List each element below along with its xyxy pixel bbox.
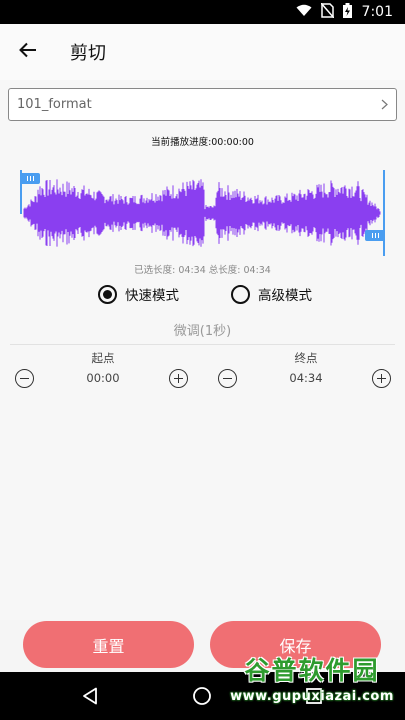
status-time: 7:01: [361, 4, 393, 20]
file-selector[interactable]: 101_format: [8, 88, 397, 121]
reset-button[interactable]: 重置: [23, 621, 194, 668]
file-name: 101_format: [17, 97, 92, 112]
watermark: 谷普软件园 www.gupuxiazai.com: [223, 636, 401, 718]
end-point-label: 终点: [294, 351, 318, 365]
back-triangle-icon[interactable]: [78, 684, 102, 708]
waveform[interactable]: [18, 170, 388, 256]
battery-charging-icon: [342, 2, 352, 22]
page-title: 剪切: [70, 43, 106, 64]
chevron-right-icon: [381, 95, 388, 114]
selection-end-handle[interactable]: [365, 230, 385, 241]
waveform-graphic: [20, 170, 385, 256]
divider: [10, 344, 395, 345]
fine-adjust-title: 微调(1秒): [173, 324, 232, 339]
start-increase-button[interactable]: [169, 369, 188, 388]
app-bar: 剪切: [0, 24, 405, 80]
start-point-label: 起点: [91, 351, 115, 365]
wifi-icon: [296, 4, 312, 21]
fast-mode-label: 快速模式: [125, 288, 179, 304]
selected-length: 已选长度: 04:34 总长度: 04:34: [134, 265, 271, 276]
fast-mode-option[interactable]: 快速模式: [98, 284, 179, 304]
end-point-adjuster: 终点 04:34: [216, 350, 396, 400]
watermark-url: www.gupuxiazai.com: [230, 688, 394, 704]
status-bar: 7:01: [0, 0, 405, 24]
back-button[interactable]: [0, 24, 56, 80]
selection-start-handle[interactable]: [20, 173, 40, 184]
end-point-value: 04:34: [289, 371, 323, 385]
arrow-left-icon: [19, 42, 37, 62]
start-point-adjuster: 起点 00:00: [13, 350, 193, 400]
end-increase-button[interactable]: [372, 369, 391, 388]
fast-mode-radio[interactable]: [98, 284, 117, 304]
advanced-mode-radio[interactable]: [231, 284, 250, 304]
playback-progress: 当前播放进度:00:00:00: [151, 137, 254, 148]
content-area: 101_format 当前播放进度:00:00:00 已选长度: 04:34 总…: [0, 80, 405, 668]
advanced-mode-option[interactable]: 高级模式: [231, 284, 312, 304]
start-point-value: 00:00: [86, 371, 120, 385]
watermark-title: 谷普软件园: [244, 655, 380, 685]
home-circle-icon[interactable]: [190, 684, 214, 708]
no-sim-icon: [319, 2, 335, 22]
advanced-mode-label: 高级模式: [258, 288, 312, 304]
mode-selector: 快速模式 高级模式: [0, 284, 405, 308]
